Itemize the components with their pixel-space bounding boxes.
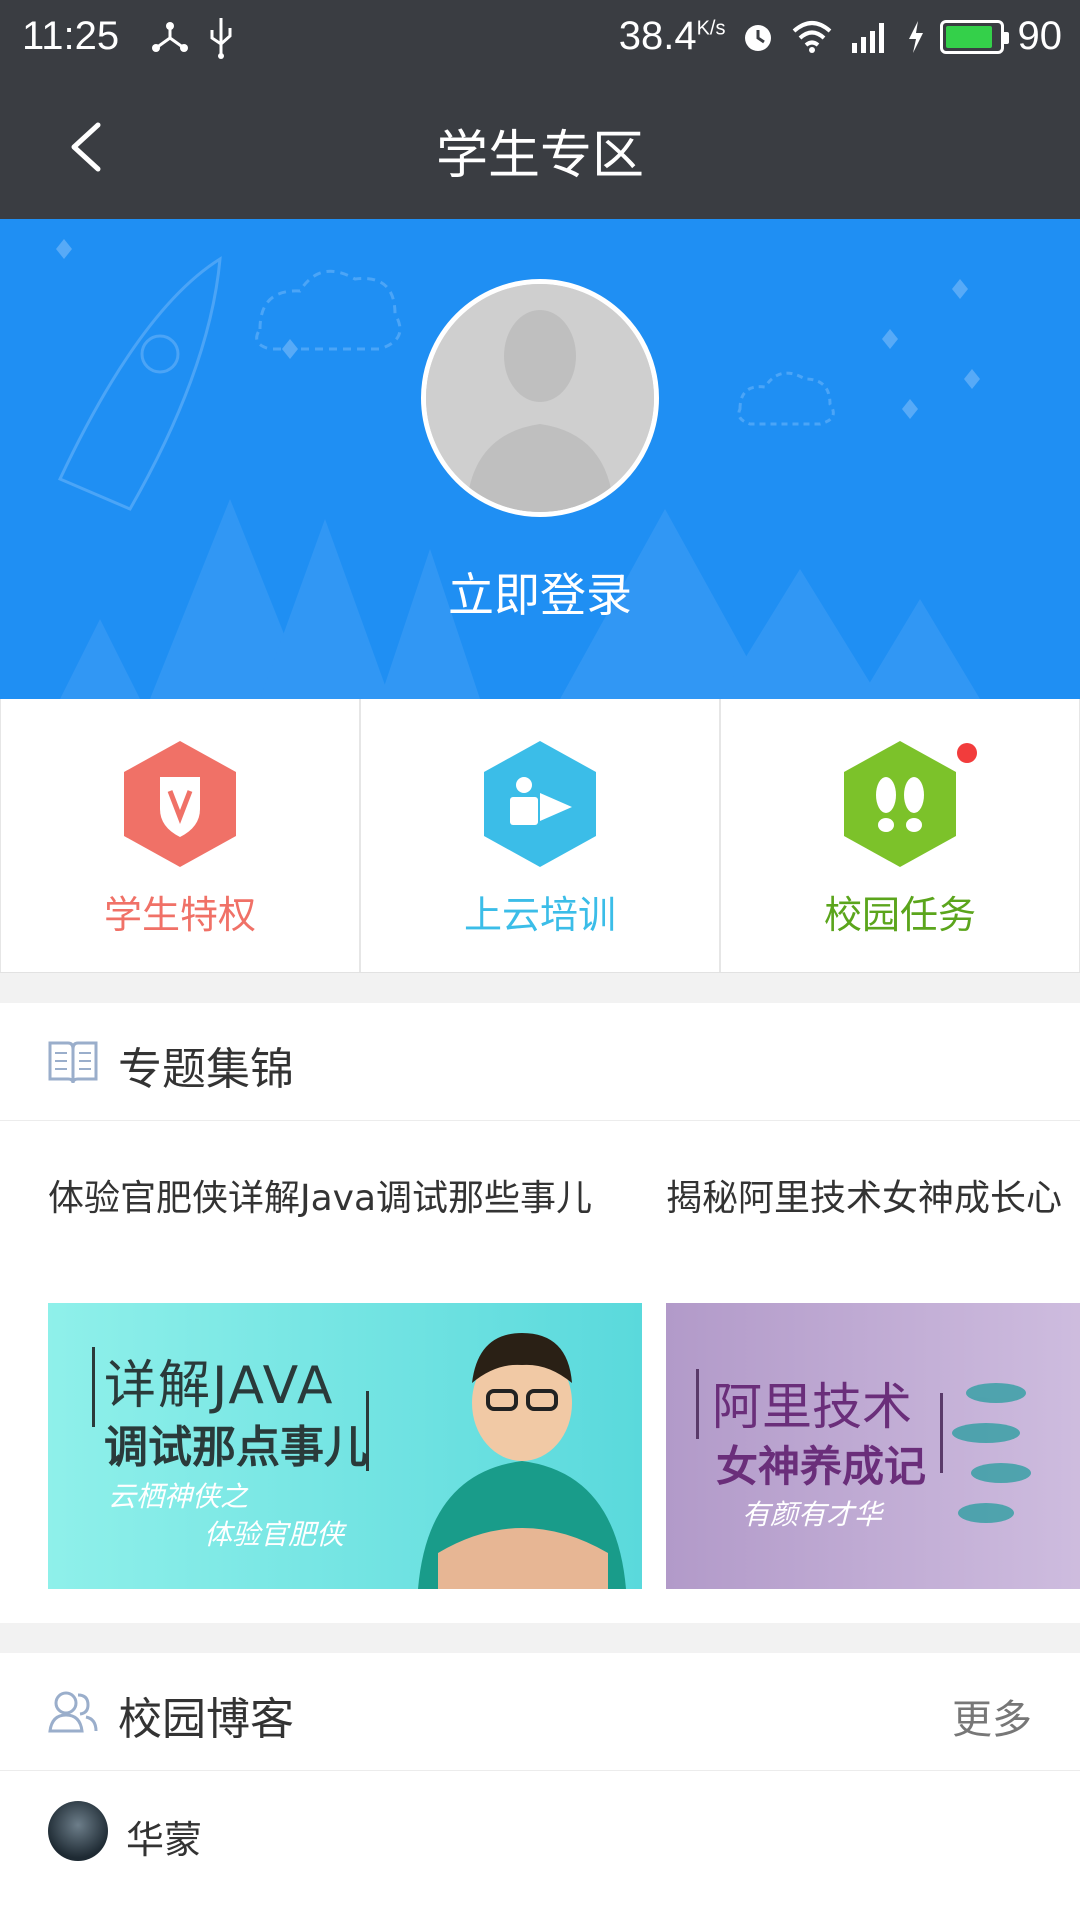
usb-tether-icon [152, 22, 188, 52]
status-time: 11:25 [22, 14, 120, 58]
banner-line-1: 详解JAVA [104, 1356, 335, 1416]
quick-link-label: 学生特权 [103, 893, 256, 937]
charging-icon [908, 20, 923, 53]
quick-link-student-privilege[interactable]: 学生特权 [0, 699, 360, 972]
banner-line-2: 调试那点事儿 [104, 1422, 368, 1473]
nav-bar: 学生专区 [0, 75, 1080, 219]
footprints-icon [844, 741, 956, 867]
banner-line-4: 体验官肥侠 [204, 1518, 345, 1551]
login-button[interactable]: 立即登录 [0, 559, 1080, 625]
topics-carousel[interactable]: 体验官肥侠详解Java调试那些事儿 详解JAVA 调试那点事儿 云栖神侠之 体验… [0, 1121, 1080, 1623]
user-avatar[interactable] [421, 279, 659, 517]
users-icon [48, 1691, 98, 1733]
profile-banner: 立即登录 [0, 219, 1080, 699]
author-name: 华蒙 [126, 1818, 203, 1862]
banner-line-3: 有颜有才华 [742, 1498, 883, 1531]
network-speed-unit: K/s [696, 17, 726, 40]
status-bar: 11:25 38.4K/s 90 [0, 0, 1080, 75]
quick-link-cloud-training[interactable]: 上云培训 [360, 699, 720, 972]
blogs-header: 校园博客 更多 [0, 1653, 1080, 1771]
blogs-more-link[interactable]: 更多 [952, 1687, 1032, 1745]
battery-icon [939, 19, 1009, 54]
quick-link-campus-task[interactable]: 校园任务 [720, 699, 1080, 972]
usb-icon [210, 18, 232, 59]
default-avatar-icon [426, 284, 654, 512]
topic-card-banner: 详解JAVA 调试那点事儿 云栖神侠之 体验官肥侠 [48, 1303, 642, 1589]
notification-badge [957, 743, 977, 763]
topics-title: 专题集锦 [118, 1044, 294, 1095]
quick-link-label: 校园任务 [823, 893, 976, 937]
banner-line-3: 云栖神侠之 [108, 1480, 249, 1513]
topics-section: 专题集锦 体验官肥侠详解Java调试那些事儿 详解JAVA 调试那点事儿 云栖神… [0, 1003, 1080, 1623]
topics-header: 专题集锦 [0, 1003, 1080, 1121]
page-title: 学生专区 [435, 126, 644, 186]
shield-v-icon [124, 741, 236, 867]
topic-card-title: 揭秘阿里技术女神成长心 [666, 1178, 1063, 1219]
blogs-title: 校园博客 [118, 1694, 294, 1745]
blogs-section: 校园博客 更多 华蒙 [0, 1653, 1080, 1920]
author-avatar [48, 1801, 108, 1861]
wifi-icon [792, 20, 831, 53]
banner-line-2: 女神养成记 [716, 1442, 927, 1491]
banner-line-1: 阿里技术 [712, 1378, 912, 1436]
quick-link-label: 上云培训 [463, 893, 616, 937]
signal-4g-icon [851, 22, 884, 53]
training-video-icon [484, 741, 596, 867]
blog-item[interactable]: 华蒙 [0, 1771, 1080, 1891]
alarm-icon [744, 24, 771, 51]
quick-links: 学生特权 上云培训 校园任务 [0, 699, 1080, 973]
topic-card-title: 体验官肥侠详解Java调试那些事儿 [48, 1178, 593, 1219]
book-icon [48, 1041, 98, 1084]
network-speed: 38.4 [618, 14, 697, 58]
battery-level: 90 [1017, 14, 1063, 58]
topic-card-banner: 阿里技术 女神养成记 有颜有才华 [666, 1303, 1080, 1589]
